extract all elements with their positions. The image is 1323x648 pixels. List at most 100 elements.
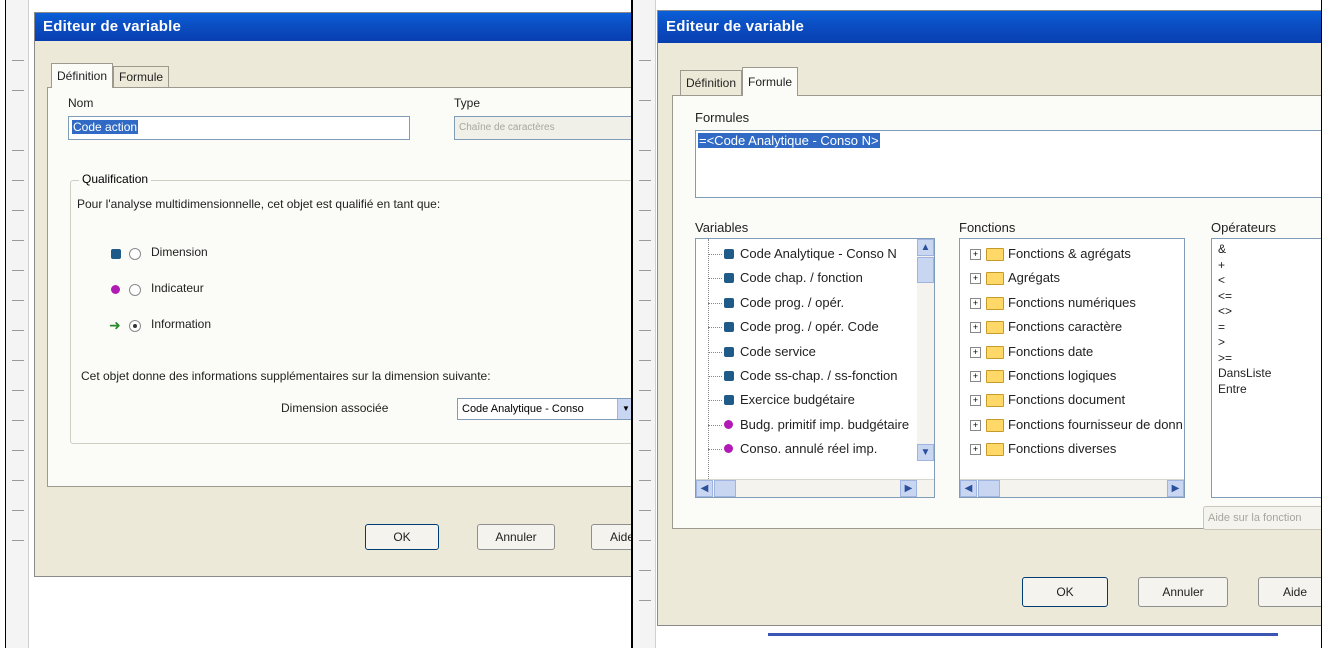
operator-item[interactable]: Entre bbox=[1218, 383, 1247, 395]
variables-vscroll[interactable]: ▲ ▼ bbox=[917, 239, 934, 461]
variable-item[interactable]: Code ss-chap. / ss-fonction bbox=[740, 365, 912, 387]
tree-connector bbox=[708, 278, 722, 280]
expand-plus-icon[interactable]: + bbox=[970, 419, 981, 431]
dimension-cube-icon bbox=[724, 249, 734, 259]
variables-label: Variables bbox=[695, 220, 749, 235]
variable-item[interactable]: Code prog. / opér. Code bbox=[740, 316, 912, 338]
operators-label: Opérateurs bbox=[1211, 220, 1277, 235]
variable-item[interactable]: Conso. annulé réel imp. bbox=[740, 438, 912, 460]
function-category-item[interactable]: Fonctions numériques bbox=[1008, 292, 1182, 314]
tab-bar: Définition Formule bbox=[51, 63, 170, 88]
function-category-item[interactable]: Agrégats bbox=[1008, 267, 1182, 289]
function-category-item[interactable]: Fonctions caractère bbox=[1008, 316, 1182, 338]
left-screenshot: Editeur de variable Définition Formule N… bbox=[5, 0, 632, 648]
expand-plus-icon[interactable]: + bbox=[970, 371, 981, 382]
formula-panel: Formules =<Code Analytique - Conso N> Va… bbox=[672, 95, 1321, 530]
functions-tree[interactable]: + Fonctions & agrégats + Agrégats + Fonctions… bbox=[959, 238, 1185, 498]
folder-icon bbox=[986, 272, 1004, 286]
option-indicator-label: Indicateur bbox=[151, 281, 204, 295]
ok-button[interactable]: OK bbox=[365, 524, 439, 550]
function-category-item[interactable]: Fonctions fournisseur de données bbox=[1008, 414, 1182, 436]
radio-indicator[interactable] bbox=[129, 284, 141, 296]
ok-button[interactable]: OK bbox=[1022, 577, 1108, 607]
qualification-legend: Qualification bbox=[79, 172, 152, 186]
cancel-button[interactable]: Annuler bbox=[477, 524, 555, 550]
scroll-down-icon[interactable]: ▼ bbox=[917, 444, 934, 461]
operator-item[interactable]: DansListe bbox=[1218, 367, 1271, 379]
qualification-description: Pour l'analyse multidimensionnelle, cet … bbox=[77, 197, 441, 211]
definition-panel: Nom Code action Type Chaîne de caractère… bbox=[47, 87, 631, 487]
folder-icon bbox=[986, 345, 1004, 359]
background-ruler bbox=[633, 0, 656, 648]
radio-dimension[interactable] bbox=[129, 248, 141, 260]
scroll-up-icon[interactable]: ▲ bbox=[917, 239, 934, 256]
variable-item[interactable]: Budg. primitif imp. budgétaire bbox=[740, 414, 912, 436]
scroll-left-icon[interactable]: ◀ bbox=[696, 480, 713, 497]
scroll-right-icon[interactable]: ▶ bbox=[900, 480, 917, 497]
function-category-item[interactable]: Fonctions date bbox=[1008, 341, 1182, 363]
type-label: Type bbox=[454, 96, 481, 110]
formula-editor[interactable]: =<Code Analytique - Conso N> bbox=[695, 130, 1321, 198]
help-button[interactable]: Aide bbox=[1258, 577, 1321, 607]
tab-formule[interactable]: Formule bbox=[113, 66, 170, 88]
radio-information[interactable] bbox=[129, 320, 141, 332]
operator-item[interactable]: < bbox=[1218, 274, 1225, 286]
tree-connector bbox=[708, 449, 722, 451]
dialog-title: Editeur de variable bbox=[658, 11, 1321, 43]
folder-icon bbox=[986, 248, 1004, 261]
tab-definition[interactable]: Définition bbox=[680, 70, 743, 95]
variable-item[interactable]: Code service bbox=[740, 341, 912, 363]
scroll-thumb[interactable] bbox=[917, 257, 934, 283]
type-field: Chaîne de caractères bbox=[454, 116, 631, 140]
function-category-item[interactable]: Fonctions diverses bbox=[1008, 438, 1182, 460]
help-function-button[interactable]: Aide sur la fonction bbox=[1203, 506, 1321, 530]
expand-plus-icon[interactable]: + bbox=[970, 395, 981, 407]
indicator-dot-icon bbox=[724, 444, 733, 454]
scroll-thumb[interactable] bbox=[978, 480, 1000, 497]
function-category-item[interactable]: Fonctions logiques bbox=[1008, 365, 1182, 387]
operators-list[interactable]: & + < <= <> = > >= DansListe Entre bbox=[1211, 238, 1321, 498]
dropdown-arrow-icon[interactable]: ▼ bbox=[617, 399, 631, 419]
operator-item[interactable]: = bbox=[1218, 321, 1225, 333]
option-dimension-label: Dimension bbox=[151, 245, 208, 259]
dimension-cube-icon bbox=[111, 249, 121, 259]
tree-connector bbox=[708, 400, 722, 402]
name-field[interactable]: Code action bbox=[68, 116, 410, 140]
operator-item[interactable]: & bbox=[1218, 243, 1226, 255]
right-screenshot: Editeur de variable Définition Formule F… bbox=[632, 0, 1322, 648]
formula-value: =<Code Analytique - Conso N> bbox=[698, 133, 880, 148]
scroll-right-icon[interactable]: ▶ bbox=[1167, 480, 1184, 497]
function-category-item[interactable]: Fonctions & agrégats bbox=[1008, 243, 1182, 265]
cancel-button[interactable]: Annuler bbox=[1138, 577, 1228, 607]
variable-item[interactable]: Code Analytique - Conso N bbox=[740, 243, 912, 265]
scroll-thumb[interactable] bbox=[714, 480, 736, 497]
function-category-item[interactable]: Fonctions document bbox=[1008, 389, 1182, 411]
expand-plus-icon[interactable]: + bbox=[970, 273, 981, 285]
operator-item[interactable]: > bbox=[1218, 336, 1225, 348]
folder-icon bbox=[986, 443, 1004, 457]
operator-item[interactable]: <= bbox=[1218, 290, 1232, 302]
operator-item[interactable]: <> bbox=[1218, 305, 1232, 317]
expand-plus-icon[interactable]: + bbox=[970, 297, 981, 309]
dimension-associated-select[interactable]: Code Analytique - Conso ▼ bbox=[457, 398, 631, 420]
name-label: Nom bbox=[68, 96, 94, 110]
variable-item[interactable]: Code chap. / fonction bbox=[740, 267, 912, 289]
tab-definition[interactable]: Définition bbox=[51, 63, 114, 88]
operator-item[interactable]: >= bbox=[1218, 352, 1232, 364]
variable-editor-dialog: Editeur de variable Définition Formule N… bbox=[34, 12, 631, 577]
expand-plus-icon[interactable]: + bbox=[970, 249, 981, 260]
variable-item[interactable]: Code prog. / opér. bbox=[740, 292, 912, 314]
expand-plus-icon[interactable]: + bbox=[970, 444, 981, 456]
dimension-cube-icon bbox=[724, 346, 734, 357]
folder-icon bbox=[986, 370, 1004, 383]
variables-hscroll[interactable]: ◀ ▶ bbox=[696, 479, 934, 497]
functions-hscroll[interactable]: ◀ ▶ bbox=[960, 479, 1184, 497]
operator-item[interactable]: + bbox=[1218, 259, 1225, 271]
tab-formule[interactable]: Formule bbox=[742, 67, 799, 96]
expand-plus-icon[interactable]: + bbox=[970, 322, 981, 334]
variables-tree[interactable]: Code Analytique - Conso N Code chap. / fo… bbox=[695, 238, 935, 498]
variable-item[interactable]: Exercice budgétaire bbox=[740, 389, 912, 411]
scroll-left-icon[interactable]: ◀ bbox=[960, 480, 977, 497]
expand-plus-icon[interactable]: + bbox=[970, 346, 981, 358]
help-button[interactable]: Aide bbox=[591, 524, 631, 550]
